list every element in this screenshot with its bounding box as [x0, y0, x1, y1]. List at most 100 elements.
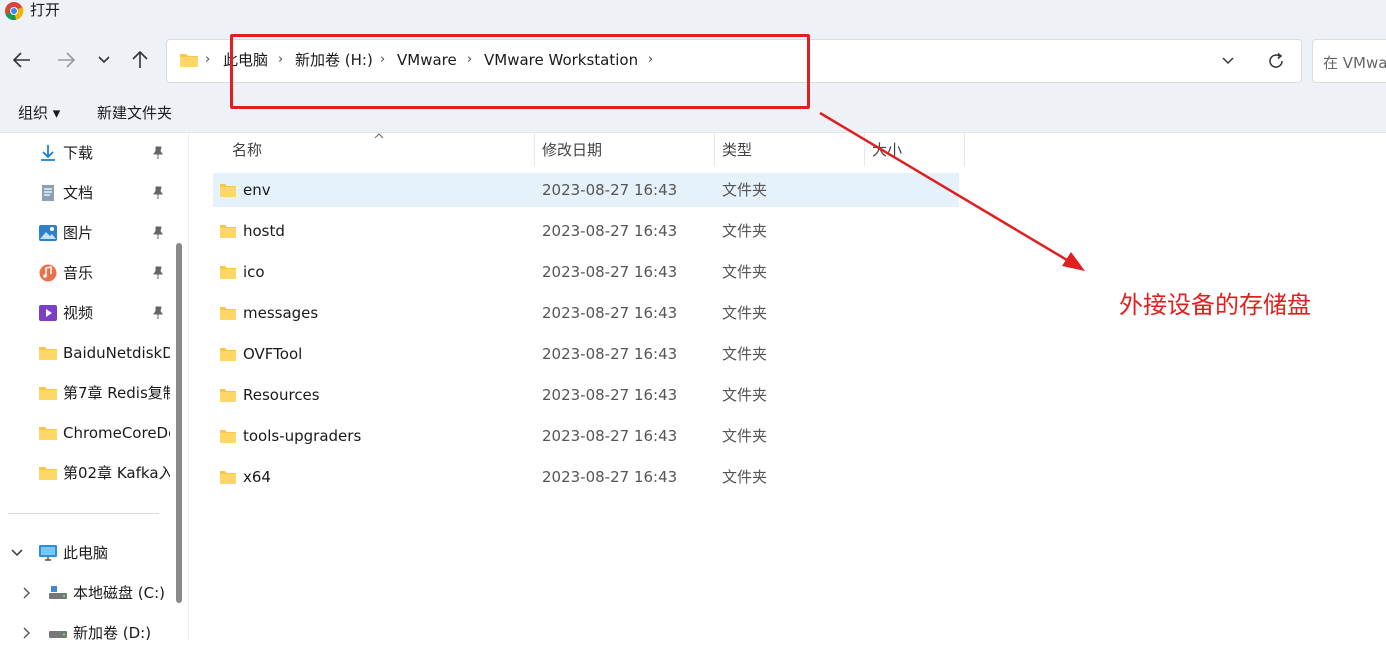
table-row[interactable]: OVFTool 2023-08-27 16:43 文件夹	[213, 337, 959, 371]
file-type: 文件夹	[722, 222, 768, 240]
column-header-date[interactable]: 修改日期	[534, 133, 715, 166]
file-name: x64	[243, 468, 271, 486]
sidebar-item-folder[interactable]: ChromeCoreDo	[0, 417, 170, 449]
table-row[interactable]: ico 2023-08-27 16:43 文件夹	[213, 255, 959, 289]
pin-icon[interactable]	[151, 146, 165, 160]
table-row[interactable]: Resources 2023-08-27 16:43 文件夹	[213, 378, 959, 412]
column-header-label: 修改日期	[542, 141, 603, 159]
arrow-right-icon	[58, 52, 75, 68]
annotation-highlight-box	[230, 34, 810, 109]
column-header-type[interactable]: 类型	[714, 133, 865, 166]
file-date: 2023-08-27 16:43	[542, 181, 678, 199]
file-name: OVFTool	[243, 345, 303, 363]
pin-icon[interactable]	[151, 266, 165, 280]
file-type: 文件夹	[722, 304, 768, 322]
sidebar-item-folder[interactable]: 第02章 Kafka入	[0, 457, 170, 489]
pin-icon[interactable]	[151, 226, 165, 240]
pin-icon[interactable]	[151, 186, 165, 200]
sidebar-item-videos[interactable]: 视频	[0, 297, 170, 329]
file-date: 2023-08-27 16:43	[542, 427, 678, 445]
folder-icon	[220, 266, 236, 279]
chevron-down-icon[interactable]	[11, 548, 23, 558]
file-date: 2023-08-27 16:43	[542, 386, 678, 404]
folder-icon	[220, 348, 236, 361]
computer-icon	[39, 545, 57, 561]
table-row[interactable]: x64 2023-08-27 16:43 文件夹	[213, 460, 959, 494]
file-date: 2023-08-27 16:43	[542, 304, 678, 322]
recent-locations-button[interactable]	[90, 46, 118, 74]
file-name: tools-upgraders	[243, 427, 362, 445]
sidebar-item-music[interactable]: 音乐	[0, 257, 170, 289]
search-input[interactable]: 在 VMware	[1312, 39, 1386, 83]
chevron-down-icon	[98, 56, 110, 64]
up-button[interactable]	[126, 46, 154, 74]
drive-icon	[49, 586, 67, 599]
column-header-label: 类型	[722, 141, 753, 159]
folder-icon	[39, 387, 57, 400]
sidebar-item-drive-d[interactable]: 新加卷 (D:)	[0, 617, 170, 649]
sidebar-item-label: 此电脑	[63, 544, 109, 562]
file-name: Resources	[243, 386, 320, 404]
title-bar: 打开	[0, 0, 1386, 28]
file-name: ico	[243, 263, 265, 281]
table-row[interactable]: tools-upgraders 2023-08-27 16:43 文件夹	[213, 419, 959, 453]
column-header-name[interactable]: 名称	[224, 133, 535, 166]
music-icon	[39, 264, 57, 282]
sidebar-item-downloads[interactable]: 下载	[0, 137, 170, 169]
refresh-icon[interactable]	[1267, 52, 1285, 70]
arrow-up-icon	[132, 51, 148, 68]
file-date: 2023-08-27 16:43	[542, 263, 678, 281]
sidebar-item-label: 新加卷 (D:)	[73, 624, 152, 642]
arrow-left-icon	[13, 52, 30, 68]
sidebar-item-this-pc[interactable]: 此电脑	[0, 537, 170, 569]
sidebar-item-label: 第7章 Redis复制	[63, 384, 170, 402]
table-row[interactable]: env 2023-08-27 16:43 文件夹	[213, 173, 959, 207]
column-header-size[interactable]: 大小	[864, 133, 965, 166]
folder-icon	[220, 471, 236, 484]
table-row[interactable]: messages 2023-08-27 16:43 文件夹	[213, 296, 959, 330]
video-icon	[39, 305, 57, 321]
file-date: 2023-08-27 16:43	[542, 345, 678, 363]
sidebar-item-label: ChromeCoreDo	[63, 424, 170, 442]
chevron-right-icon[interactable]	[22, 627, 32, 639]
chevron-right-icon[interactable]	[22, 587, 32, 599]
folder-icon	[220, 184, 236, 197]
organize-button[interactable]: 组织 ▾	[18, 104, 60, 122]
sidebar-item-folder[interactable]: BaiduNetdiskD	[0, 337, 170, 369]
search-placeholder: 在 VMware	[1323, 54, 1386, 72]
back-button[interactable]	[8, 46, 36, 74]
column-header-label: 大小	[872, 141, 903, 159]
chrome-icon	[5, 2, 24, 21]
sidebar-item-pictures[interactable]: 图片	[0, 217, 170, 249]
folder-icon	[220, 225, 236, 238]
table-row[interactable]: hostd 2023-08-27 16:43 文件夹	[213, 214, 959, 248]
address-history-chevron-icon[interactable]	[1221, 56, 1235, 66]
sidebar-item-label: 第02章 Kafka入	[63, 464, 170, 482]
sidebar-item-label: BaiduNetdiskD	[63, 344, 170, 362]
file-date: 2023-08-27 16:43	[542, 222, 678, 240]
file-name: hostd	[243, 222, 285, 240]
sort-ascending-icon	[374, 133, 384, 139]
new-folder-button[interactable]: 新建文件夹	[97, 104, 172, 122]
folder-icon	[220, 430, 236, 443]
sidebar-item-folder[interactable]: 第7章 Redis复制	[0, 377, 170, 409]
sidebar-divider	[8, 513, 159, 514]
file-list: 名称 修改日期 类型 大小 env 2023-08-27 16:43 文件夹 h…	[190, 133, 1386, 639]
folder-icon	[220, 389, 236, 402]
download-icon	[41, 145, 55, 161]
folder-icon	[220, 307, 236, 320]
sidebar-item-label: 本地磁盘 (C:)	[73, 584, 165, 602]
pin-icon[interactable]	[151, 306, 165, 320]
window-title: 打开	[30, 1, 61, 19]
document-icon	[42, 185, 54, 201]
sidebar-scrollbar-thumb[interactable]	[176, 243, 182, 603]
file-type: 文件夹	[722, 263, 768, 281]
file-type: 文件夹	[722, 386, 768, 404]
folder-icon	[39, 427, 57, 440]
column-header-label: 名称	[232, 141, 263, 159]
sidebar-item-documents[interactable]: 文档	[0, 177, 170, 209]
forward-button[interactable]	[52, 46, 80, 74]
file-type: 文件夹	[722, 468, 768, 486]
sidebar-item-drive-c[interactable]: 本地磁盘 (C:)	[0, 577, 170, 609]
file-name: messages	[243, 304, 319, 322]
